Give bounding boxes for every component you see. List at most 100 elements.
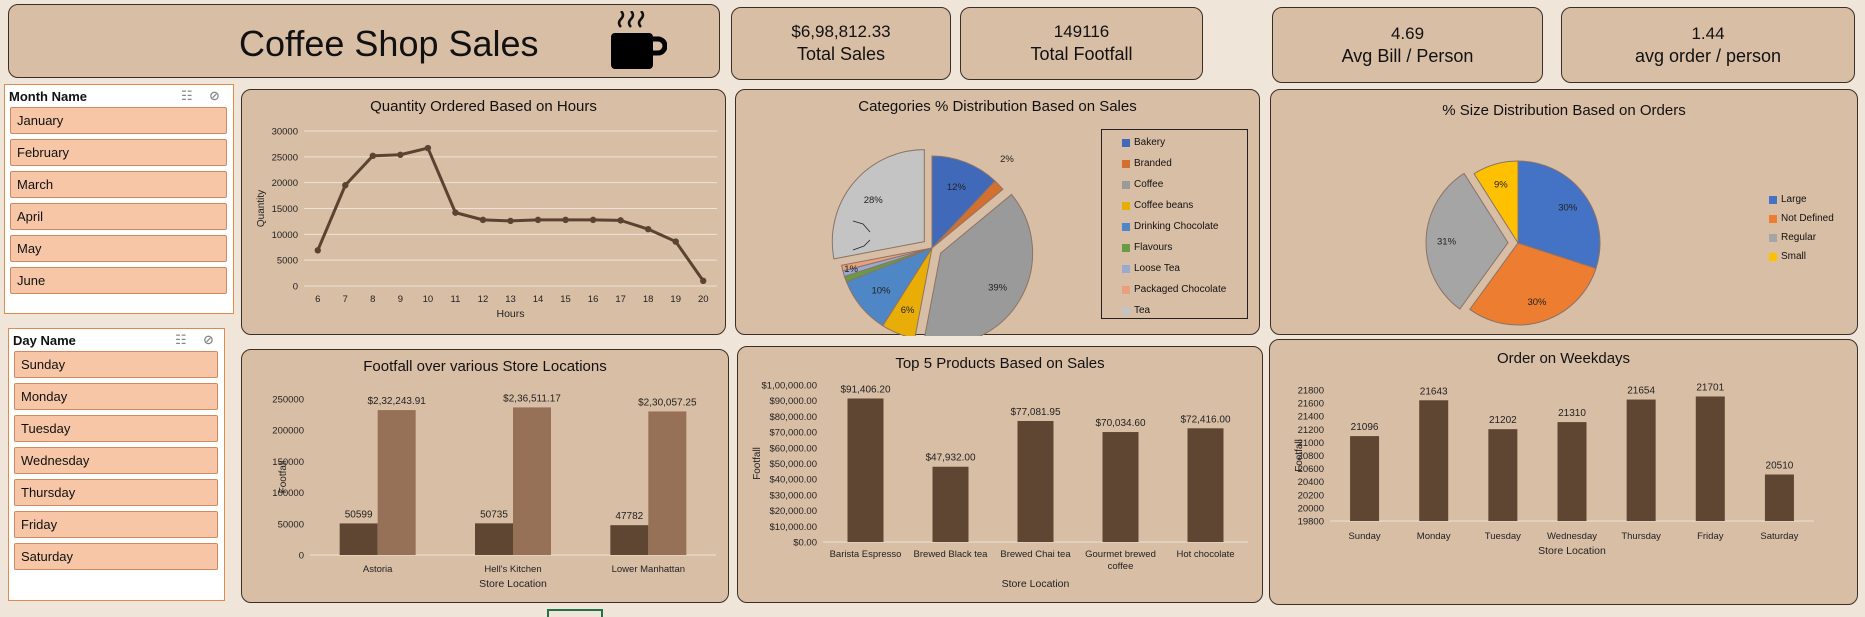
- legend-label: Regular: [1781, 232, 1817, 243]
- x-tick-label: 11: [450, 294, 460, 305]
- slicer-item[interactable]: Thursday: [14, 479, 218, 506]
- y-tick-label: 21200: [1298, 425, 1324, 436]
- x-axis-label: Hours: [496, 308, 524, 320]
- hours-chart-panel: Quantity Ordered Based on Hours 0 5000 100…: [241, 89, 726, 335]
- legend-label: Large: [1781, 194, 1807, 205]
- hours-line-chart: 0 5000 10000 15000 20000 25000 30000 Quantity Ho…: [256, 127, 717, 320]
- multi-select-icon[interactable]: ☷: [181, 88, 193, 104]
- data-point: [562, 216, 569, 224]
- legend-swatch: [1122, 159, 1130, 168]
- products-chart-panel: Top 5 Products Based on Sales $0.00 $10,0…: [737, 346, 1263, 603]
- bar: [847, 398, 884, 542]
- data-point: [700, 277, 707, 285]
- x-tick-label: Sunday: [1348, 531, 1380, 542]
- y-tick-label: 21800: [1298, 386, 1324, 397]
- data-label: 21096: [1351, 422, 1379, 433]
- legend-swatch: [1122, 243, 1130, 252]
- data-label: 9%: [1494, 179, 1508, 190]
- bar: [610, 525, 649, 555]
- data-point: [672, 238, 679, 245]
- legend-entry: Branded: [1122, 153, 1247, 174]
- x-tick-label: Friday: [1697, 531, 1724, 542]
- selected-cell[interactable]: [547, 609, 603, 617]
- data-label: 21701: [1696, 382, 1724, 393]
- slicer-item[interactable]: Sunday: [14, 351, 218, 378]
- legend-swatch: [1769, 233, 1777, 242]
- data-label: $77,081.95: [1010, 407, 1060, 418]
- x-axis-label: Store Location: [1538, 545, 1606, 557]
- y-axis-label: Footfall: [752, 447, 763, 480]
- y-tick-label: 0: [293, 282, 298, 293]
- kpi-label: Avg Bill / Person: [1341, 45, 1474, 66]
- data-label: $2,32,243.91: [367, 396, 426, 407]
- legend-entry: Drinking Chocolate: [1122, 216, 1247, 237]
- slicer-item[interactable]: March: [10, 171, 227, 198]
- x-tick-label: Wednesday: [1547, 531, 1597, 542]
- y-tick-label: $0.00: [793, 538, 817, 549]
- slicer-item[interactable]: Saturday: [14, 543, 218, 570]
- legend-entry: Small: [1769, 247, 1834, 266]
- kpi-label: Total Footfall: [1030, 44, 1133, 64]
- legend-label: Not Defined: [1781, 213, 1834, 224]
- legend-label: Loose Tea: [1134, 263, 1180, 274]
- slicer-item[interactable]: Monday: [14, 383, 218, 410]
- slicer-item[interactable]: Wednesday: [14, 447, 218, 474]
- y-tick-label: $40,000.00: [769, 475, 817, 486]
- categories-legend: Bakery Branded Coffee Coffee beans Drinking …: [1101, 129, 1248, 319]
- multi-select-icon[interactable]: ☷: [175, 332, 187, 348]
- y-tick-label: 20200: [1298, 490, 1324, 501]
- data-point: [314, 247, 321, 254]
- bar: [1764, 474, 1794, 521]
- slicer-item[interactable]: February: [10, 139, 227, 166]
- y-axis-label: Quantity: [256, 190, 267, 227]
- bar: [513, 407, 551, 555]
- legend-label: Coffee: [1134, 179, 1164, 190]
- slicer-item[interactable]: April: [10, 203, 227, 230]
- slicer-item[interactable]: January: [10, 107, 227, 134]
- legend-label: Branded: [1134, 158, 1172, 169]
- data-label: 6%: [901, 305, 915, 316]
- clear-filter-icon[interactable]: ⊘: [209, 88, 220, 104]
- data-point: [342, 182, 349, 189]
- legend-entry: Coffee: [1122, 174, 1247, 195]
- slicer-item[interactable]: May: [10, 235, 227, 262]
- bar: [1187, 428, 1224, 542]
- kpi-label: Total Sales: [796, 44, 886, 64]
- data-label: $91,406.20: [840, 384, 890, 395]
- x-tick-label: 16: [588, 294, 599, 305]
- slicer-item[interactable]: June: [10, 267, 227, 294]
- x-tick-label: Hot chocolate: [1176, 549, 1234, 560]
- kpi-value: $6,98,812.33: [791, 22, 891, 41]
- data-label: $2,30,057.25: [638, 397, 697, 408]
- legend-swatch: [1122, 285, 1130, 294]
- legend-entry: Regular: [1769, 228, 1834, 247]
- y-tick-label: 0: [299, 551, 304, 562]
- bar: [1350, 436, 1380, 521]
- x-tick-label: 18: [643, 294, 654, 305]
- y-tick-label: $50,000.00: [769, 459, 817, 470]
- x-tick-label: 8: [370, 294, 375, 305]
- slicer-item[interactable]: Friday: [14, 511, 218, 538]
- y-tick-label: 250000: [272, 395, 304, 406]
- month-slicer-title: Month Name: [9, 88, 87, 104]
- x-tick-label: 20: [698, 294, 709, 305]
- legend-label: Flavours: [1134, 242, 1173, 253]
- x-tick-label: 13: [505, 294, 516, 305]
- x-tick-label: 12: [478, 294, 489, 305]
- x-tick-label: Brewed Black tea: [914, 549, 989, 560]
- month-slicer-header: Month Name ☷ ⊘: [5, 85, 233, 107]
- data-label: 30%: [1527, 297, 1547, 308]
- categories-chart-panel: Categories % Distribution Based on Sales…: [735, 89, 1260, 336]
- x-tick-label: 14: [533, 294, 544, 305]
- x-tick-label: Barista Espresso: [830, 549, 902, 560]
- data-label: 2%: [1000, 154, 1014, 165]
- data-point: [644, 225, 652, 233]
- day-slicer: Day Name ☷ ⊘ Sunday Monday Tuesday Wednesda…: [8, 328, 225, 601]
- sizes-chart-panel: % Size Distribution Based on Orders 30% 3…: [1270, 89, 1858, 335]
- data-label: 31%: [1437, 236, 1457, 247]
- y-tick-label: 20000: [272, 178, 298, 189]
- slicer-item[interactable]: Tuesday: [14, 415, 218, 442]
- legend-swatch: [1122, 306, 1130, 315]
- legend-label: Drinking Chocolate: [1134, 221, 1219, 232]
- clear-filter-icon[interactable]: ⊘: [203, 332, 214, 348]
